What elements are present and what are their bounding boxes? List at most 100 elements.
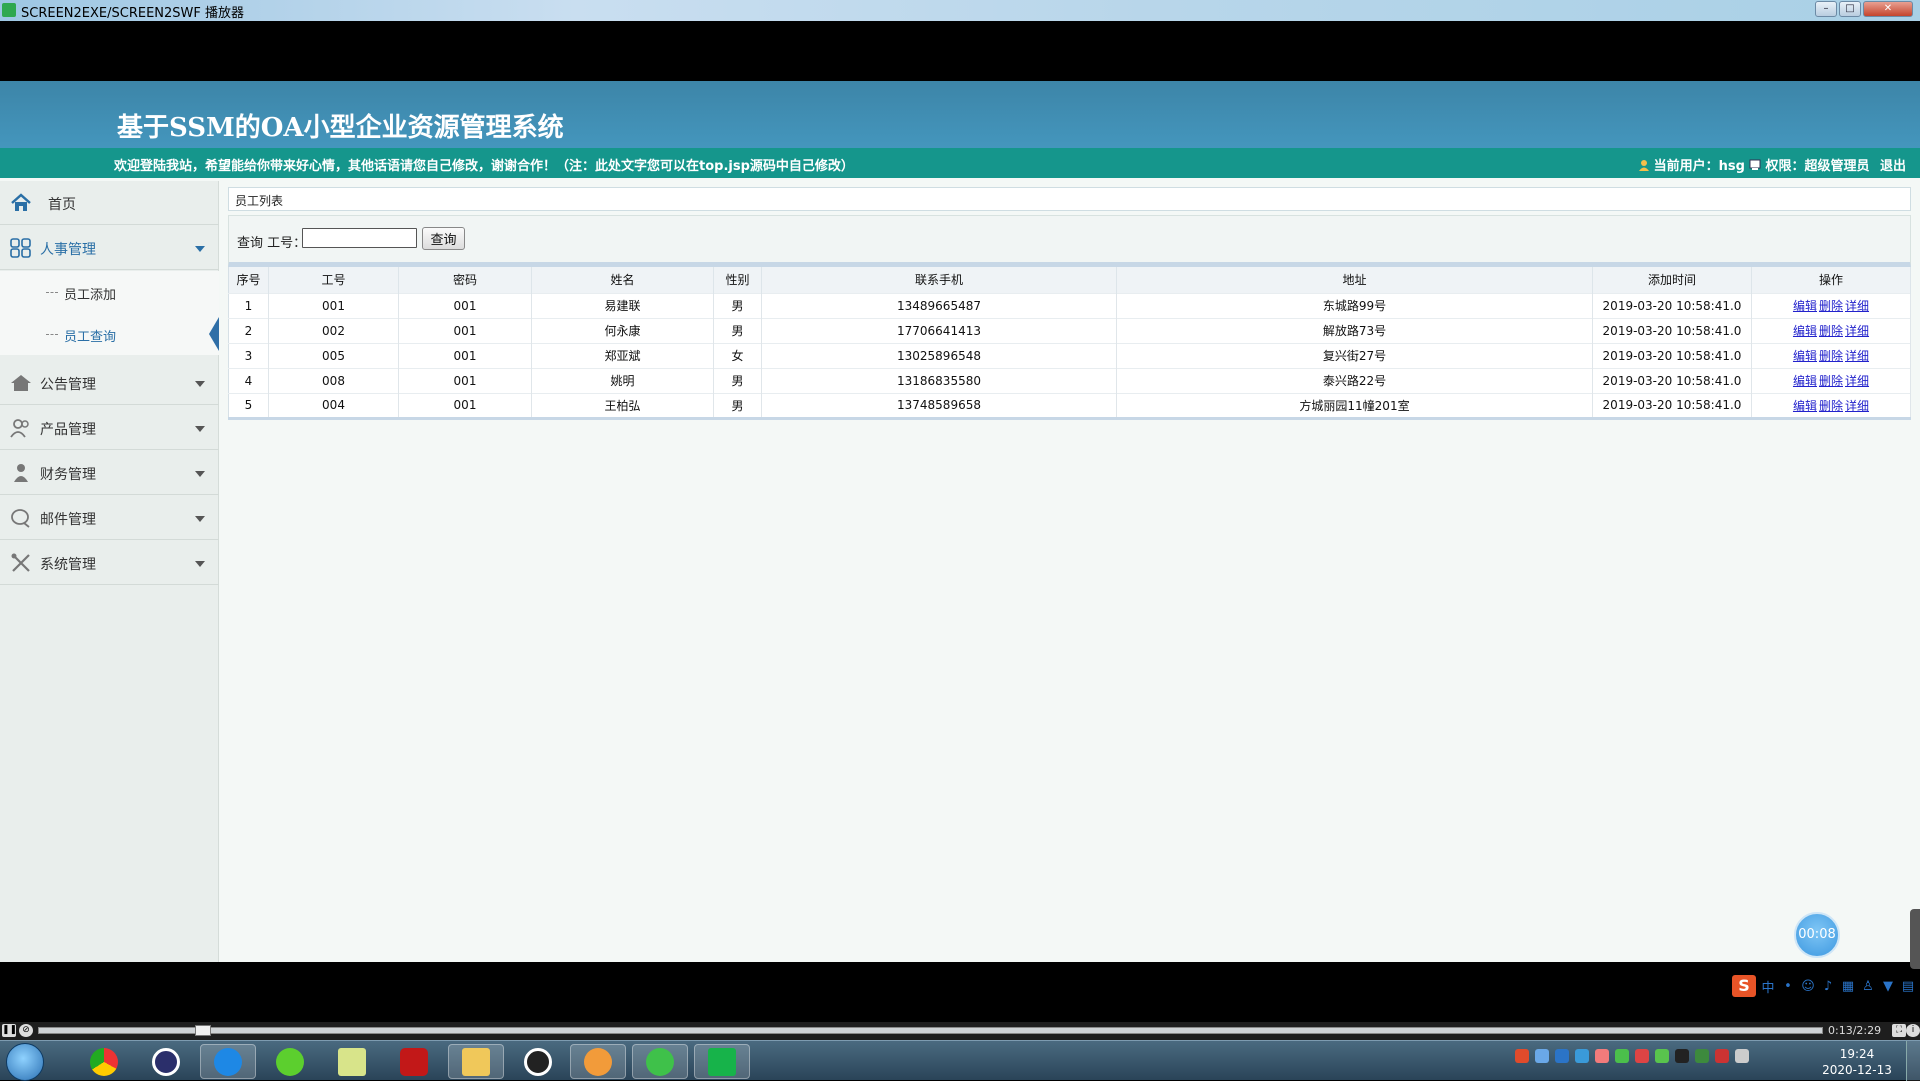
volume-icon[interactable]: [1715, 1049, 1729, 1063]
emoji-icon[interactable]: ☺: [1800, 979, 1816, 994]
recording-timer-badge[interactable]: 00:08: [1794, 912, 1840, 958]
sidebar-item-notice[interactable]: 公告管理: [0, 361, 219, 405]
user-center-icon[interactable]: ♙: [1860, 979, 1876, 994]
nvidia-icon[interactable]: [1695, 1049, 1709, 1063]
shield-icon[interactable]: [1555, 1049, 1569, 1063]
edit-link[interactable]: 编辑: [1793, 374, 1817, 388]
keyboard-icon[interactable]: ▦: [1840, 979, 1856, 994]
chrome-icon: [90, 1047, 118, 1076]
taskbar-editor[interactable]: [324, 1044, 380, 1079]
flag-icon[interactable]: [1635, 1049, 1649, 1063]
action-cell: 编辑 删除 详细: [1751, 367, 1911, 393]
tree-connector: [46, 334, 58, 335]
cube-icon[interactable]: [1575, 1049, 1589, 1063]
taskbar-explorer[interactable]: [448, 1044, 504, 1079]
table-cell: 001: [398, 367, 532, 393]
edit-link[interactable]: 编辑: [1793, 399, 1817, 413]
minimize-button[interactable]: –: [1815, 1, 1837, 17]
taskbar-qq[interactable]: [510, 1044, 566, 1079]
microphone-icon[interactable]: ♪: [1820, 979, 1836, 994]
close-button[interactable]: ✕: [1863, 1, 1913, 17]
sogou-ime-icon[interactable]: S: [1732, 975, 1756, 997]
sidebar-item-label: 公告管理: [40, 377, 96, 393]
pause-icon[interactable]: ❚❚: [2, 1024, 17, 1037]
sidebar-item-product[interactable]: 产品管理: [0, 406, 219, 450]
detail-link[interactable]: 详细: [1845, 299, 1869, 313]
sidebar-item-hr[interactable]: 人事管理: [0, 226, 219, 270]
table-cell: 东城路99号: [1116, 292, 1593, 318]
table-row: 5 004 001 王柏弘男 13748589658 方城丽园11幢201室 2019-03…: [228, 392, 1911, 418]
logout-link[interactable]: 退出: [1880, 159, 1906, 174]
delete-link[interactable]: 删除: [1819, 324, 1843, 338]
edit-link[interactable]: 编辑: [1793, 324, 1817, 338]
gear-icon[interactable]: [1595, 1049, 1609, 1063]
taskbar-wechat[interactable]: [632, 1044, 688, 1079]
battery-icon[interactable]: [1655, 1049, 1669, 1063]
column-header: 联系手机: [761, 267, 1117, 293]
taskbar-player[interactable]: [694, 1044, 750, 1079]
permission-icon: [1749, 159, 1761, 170]
table-row: 3 005 001 郑亚斌女 13025896548 复兴街27号 2019-03-20 1…: [228, 342, 1911, 368]
info-icon[interactable]: i: [1906, 1024, 1920, 1037]
app-header: 基于SSM的OA小型企业资源管理系统: [0, 81, 1920, 148]
show-desktop-button[interactable]: [1906, 1041, 1920, 1081]
taskbar-flash[interactable]: [386, 1044, 442, 1079]
sidebar-item-finance[interactable]: 财务管理: [0, 451, 219, 495]
side-drag-handle[interactable]: [1910, 909, 1920, 969]
detail-link[interactable]: 详细: [1845, 324, 1869, 338]
main-content: 员工列表 查询 工号： 查询 序号 工号 密码 姓名 性别 联系手机 地址 添加…: [228, 187, 1911, 420]
network-tray-icon[interactable]: [1535, 1049, 1549, 1063]
table-cell: 4: [228, 367, 269, 393]
seek-thumb[interactable]: [195, 1025, 211, 1036]
maximize-button[interactable]: □: [1839, 1, 1861, 17]
taskbar-eclipse[interactable]: [138, 1044, 194, 1079]
edit-link[interactable]: 编辑: [1793, 349, 1817, 363]
sidebar-item-mail[interactable]: 邮件管理: [0, 496, 219, 540]
detail-link[interactable]: 详细: [1845, 349, 1869, 363]
sidebar-item-home[interactable]: 首页: [0, 181, 219, 225]
delete-link[interactable]: 删除: [1819, 399, 1843, 413]
breadcrumb: 员工列表: [228, 187, 1911, 211]
tree-connector: [46, 292, 58, 293]
table-cell: 郑亚斌: [531, 342, 714, 368]
table-cell: 13489665487: [761, 292, 1117, 318]
edit-link[interactable]: 编辑: [1793, 299, 1817, 313]
clock[interactable]: 19:24 2020-12-13: [1822, 1046, 1892, 1078]
detail-link[interactable]: 详细: [1845, 374, 1869, 388]
taskbar-browser[interactable]: [200, 1044, 256, 1079]
speaker-icon: [584, 1047, 612, 1076]
sogou-tray-icon[interactable]: [1515, 1049, 1529, 1063]
taskbar-360[interactable]: [262, 1044, 318, 1079]
stop-icon[interactable]: ⊘: [19, 1024, 33, 1037]
table-cell: 男: [713, 317, 762, 343]
table-cell: 001: [398, 342, 532, 368]
table-cell: 解放路73号: [1116, 317, 1593, 343]
detail-link[interactable]: 详细: [1845, 399, 1869, 413]
wechat-tray-icon[interactable]: [1615, 1049, 1629, 1063]
start-button[interactable]: [6, 1043, 44, 1081]
table-cell: 1: [228, 292, 269, 318]
qq-tray-icon[interactable]: [1675, 1049, 1689, 1063]
toolbox-icon[interactable]: ▤: [1900, 979, 1916, 994]
table-cell: 男: [713, 392, 762, 418]
punctuation-icon[interactable]: •: [1780, 979, 1796, 994]
delete-link[interactable]: 删除: [1819, 349, 1843, 363]
delete-link[interactable]: 删除: [1819, 299, 1843, 313]
ime-language-toggle[interactable]: 中: [1760, 977, 1776, 996]
sidebar-subitem-query-employee[interactable]: 员工查询: [0, 313, 219, 355]
delete-link[interactable]: 删除: [1819, 374, 1843, 388]
chevron-down-icon: [195, 381, 205, 387]
current-user: 当前用户：hsg: [1653, 159, 1745, 174]
sidebar-subitem-add-employee[interactable]: 员工添加: [0, 271, 219, 313]
skin-icon[interactable]: ▼: [1880, 979, 1896, 994]
seek-bar[interactable]: [38, 1027, 1823, 1034]
fullscreen-icon[interactable]: ⛶: [1892, 1024, 1906, 1037]
monitor-icon[interactable]: [1735, 1049, 1749, 1063]
taskbar-chrome[interactable]: [76, 1044, 132, 1079]
employee-id-input[interactable]: [302, 228, 417, 248]
column-header: 地址: [1116, 267, 1593, 293]
taskbar-audio[interactable]: [570, 1044, 626, 1079]
search-button[interactable]: 查询: [422, 227, 465, 250]
browser-icon: [214, 1047, 242, 1076]
sidebar-item-system[interactable]: 系统管理: [0, 541, 219, 585]
